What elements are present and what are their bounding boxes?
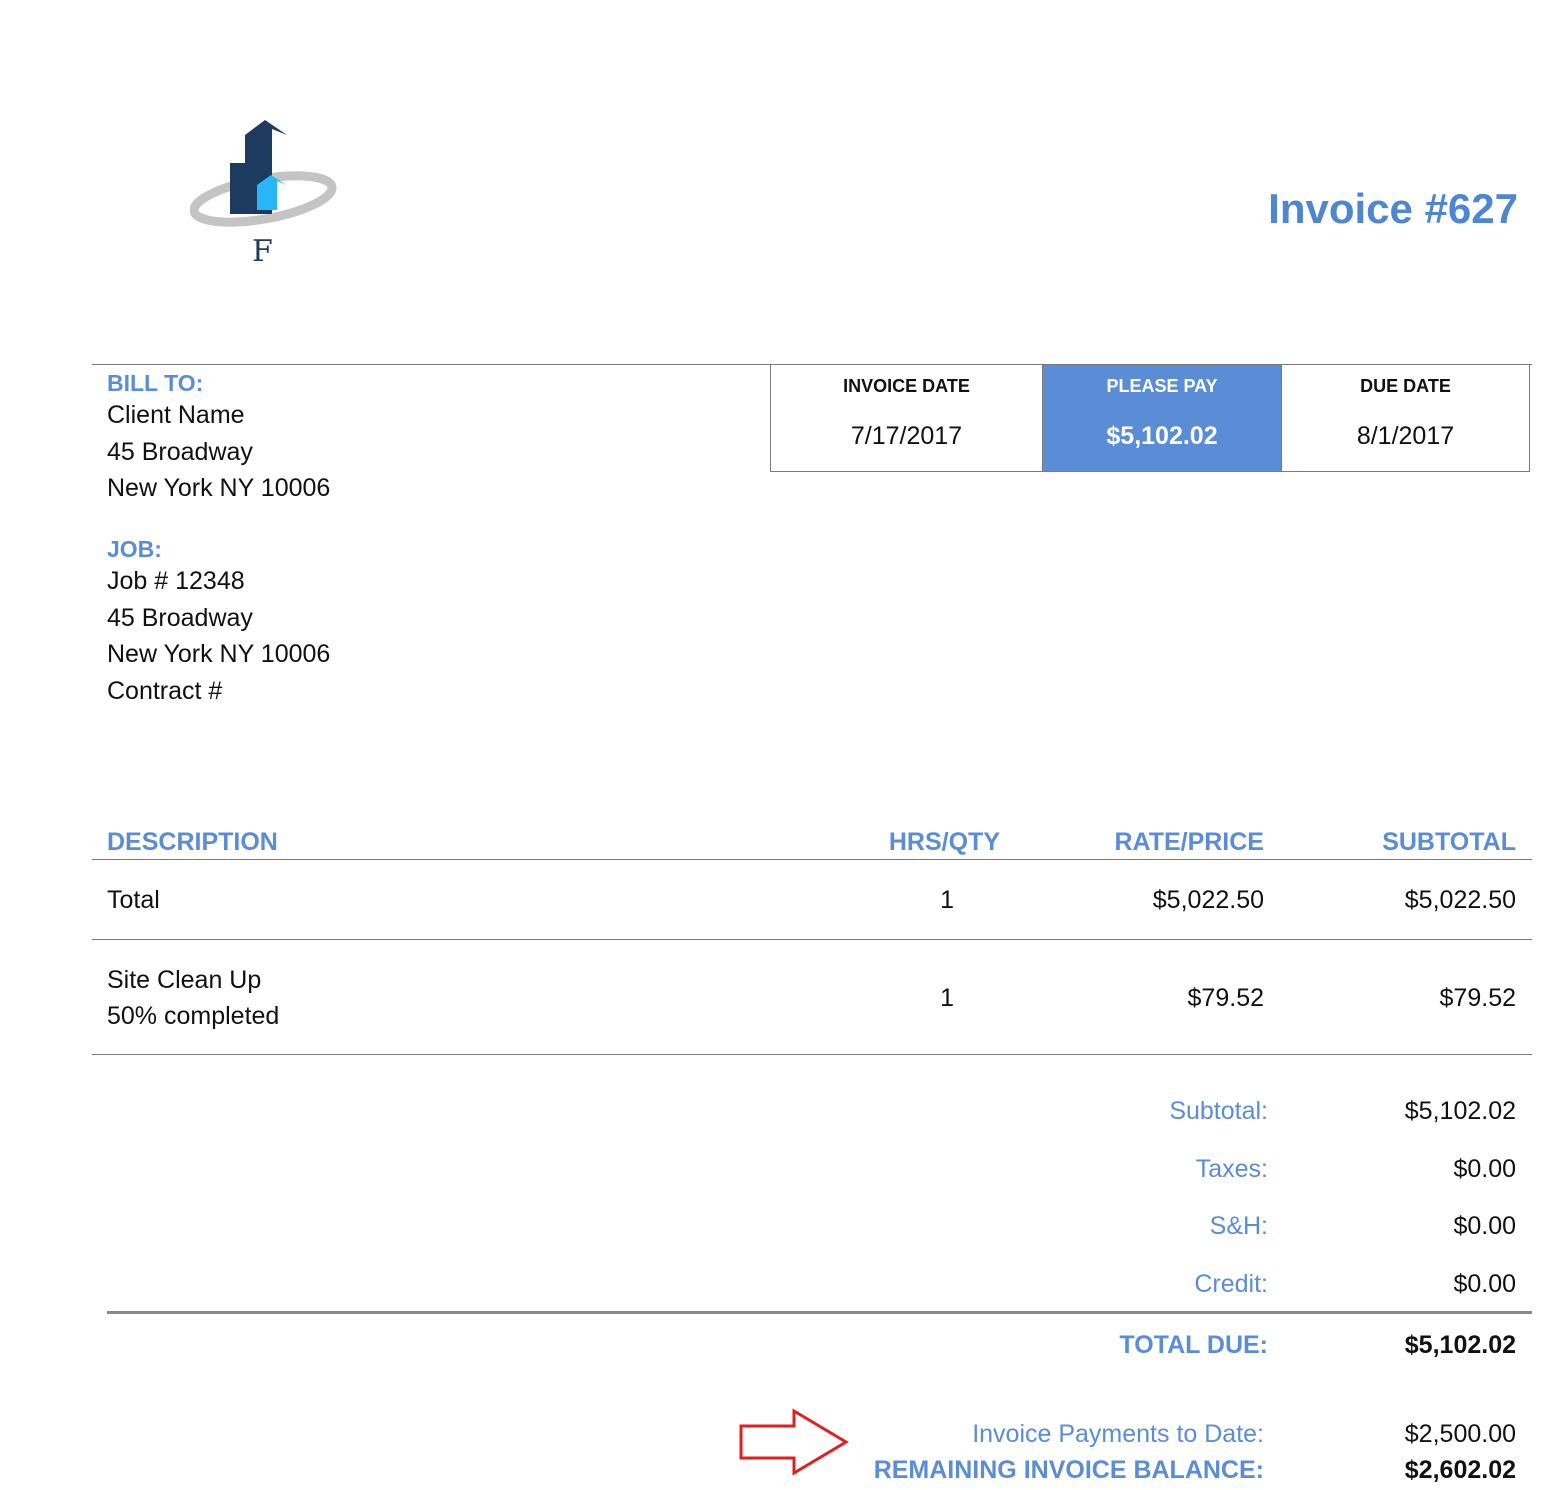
invoice-date-value: 7/17/2017 — [850, 422, 963, 450]
due-date-value: 8/1/2017 — [1356, 422, 1455, 450]
row-divider — [92, 939, 1532, 940]
due-date-label: DUE DATE — [1360, 376, 1451, 396]
row-2-rate: $79.52 — [1187, 984, 1264, 1012]
remaining-balance-value: $2,602.02 — [1404, 1456, 1516, 1484]
right-arrow-icon — [739, 1408, 849, 1476]
remaining-balance-label: REMAINING INVOICE BALANCE: — [873, 1456, 1264, 1484]
please-pay-label: PLEASE PAY — [1106, 376, 1218, 396]
job-street: 45 Broadway — [107, 603, 253, 632]
column-header-rate: RATE/PRICE — [1114, 828, 1264, 856]
payments-to-date-label: Invoice Payments to Date: — [972, 1420, 1264, 1448]
please-pay-value: $5,102.02 — [1106, 422, 1218, 450]
row-2-description-detail: 50% completed — [107, 1002, 280, 1030]
please-pay-cell: PLEASE PAY $5,102.02 — [1043, 365, 1282, 471]
client-street: 45 Broadway — [107, 437, 253, 466]
taxes-label: Taxes: — [1195, 1155, 1268, 1183]
client-city: New York NY 10006 — [107, 474, 331, 502]
row-2-subtotal: $79.52 — [1439, 984, 1516, 1012]
invoice-summary-box: INVOICE DATE 7/17/2017 PLEASE PAY $5,102… — [770, 364, 1530, 472]
credit-value: $0.00 — [1453, 1270, 1516, 1298]
row-1-subtotal: $5,022.50 — [1404, 886, 1516, 914]
taxes-value: $0.00 — [1453, 1155, 1516, 1183]
job-block: JOB: Job # 12348 45 Broadway New York NY… — [107, 536, 330, 709]
client-name: Client Name — [107, 401, 245, 429]
shipping-label: S&H: — [1209, 1212, 1268, 1240]
total-divider — [107, 1311, 1532, 1314]
shipping-value: $0.00 — [1453, 1212, 1516, 1240]
subtotal-label: Subtotal: — [1169, 1097, 1268, 1125]
row-2-qty: 1 — [940, 984, 954, 1012]
job-label: JOB: — [107, 536, 162, 562]
invoice-date-label: INVOICE DATE — [843, 376, 970, 396]
column-header-subtotal: SUBTOTAL — [1382, 828, 1516, 856]
total-due-label: TOTAL DUE: — [1119, 1331, 1268, 1359]
invoice-title: Invoice #627 — [1268, 185, 1518, 232]
column-header-qty: HRS/QTY — [888, 828, 1000, 856]
job-city: New York NY 10006 — [107, 640, 331, 668]
row-1-description: Total — [107, 886, 160, 914]
row-2-description: Site Clean Up — [107, 966, 262, 994]
job-number: Job # 12348 — [107, 567, 245, 595]
row-1-qty: 1 — [940, 886, 954, 914]
credit-label: Credit: — [1194, 1270, 1268, 1298]
logo-letter: F — [252, 234, 273, 269]
row-divider — [92, 1054, 1532, 1055]
column-header-description: DESCRIPTION — [107, 828, 278, 856]
payments-to-date-value: $2,500.00 — [1404, 1420, 1516, 1448]
invoice-date-cell: INVOICE DATE 7/17/2017 — [771, 365, 1043, 471]
total-due-value: $5,102.02 — [1404, 1331, 1516, 1359]
due-date-cell: DUE DATE 8/1/2017 — [1282, 365, 1529, 471]
table-header-divider — [92, 859, 1532, 860]
bill-to-block: BILL TO: Client Name 45 Broadway New Yor… — [107, 370, 330, 507]
row-1-rate: $5,022.50 — [1152, 886, 1264, 914]
subtotal-value: $5,102.02 — [1404, 1097, 1516, 1125]
bill-to-label: BILL TO: — [107, 370, 204, 396]
contract-number: Contract # — [107, 676, 223, 705]
